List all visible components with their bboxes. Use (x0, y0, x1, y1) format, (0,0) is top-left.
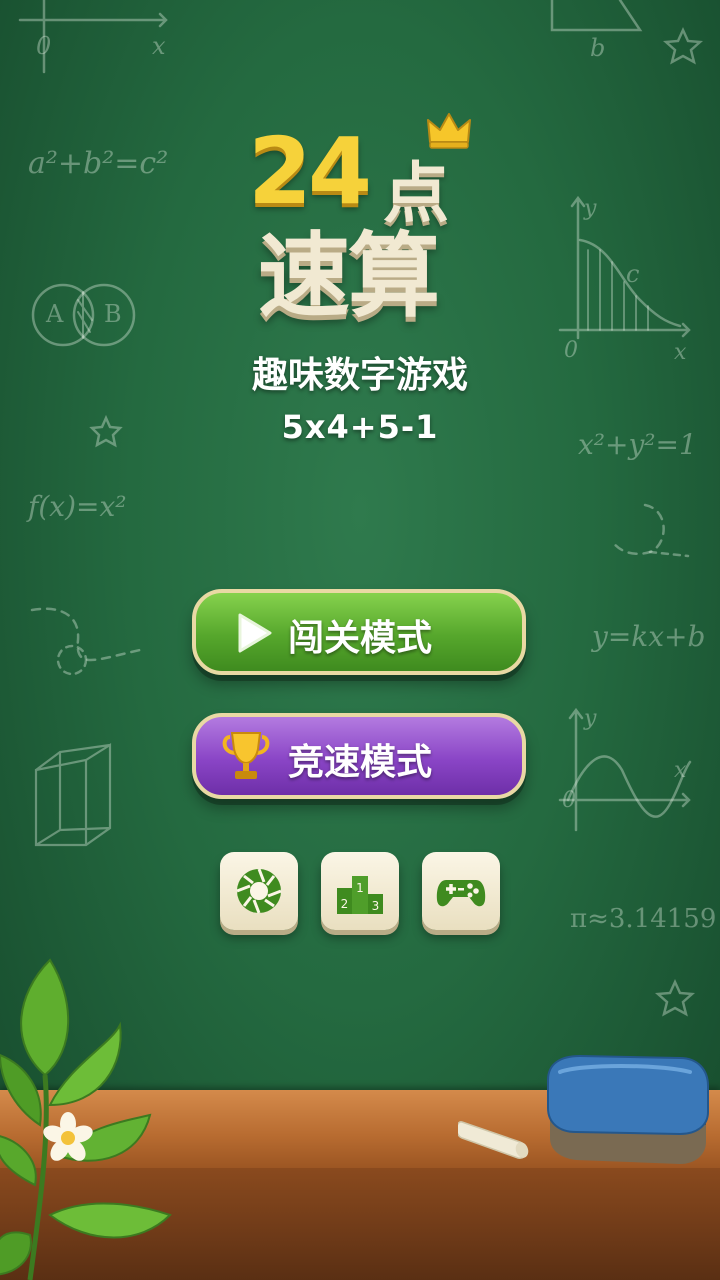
chalk-pi: π≈3.14159 (570, 904, 717, 934)
podium-icon: 2 1 3 (337, 876, 383, 914)
crown-icon (427, 113, 471, 149)
trophy-icon (222, 732, 270, 779)
plant-decoration-icon (0, 958, 172, 1280)
chalk-sine-y: y (584, 706, 597, 731)
chalk-sine-x: x (674, 758, 687, 783)
chalk-stick-icon (458, 1121, 529, 1159)
game-logo: 24 点 速算 (0, 0, 720, 330)
chalkboard-background: 0 x b a²+b²=c² A B f(x)=x² y c 0 x x²+y²… (0, 0, 720, 1280)
chalk-sine-origin: 0 (562, 788, 576, 813)
example-formula: 5x4+5-1 (281, 408, 439, 446)
eraser-icon (547, 1054, 709, 1164)
leaderboard-button[interactable]: 2 1 3 (321, 852, 399, 930)
logo-title: 速算 (258, 223, 440, 330)
level-mode-label: 闯关模式 (288, 618, 433, 659)
speed-mode-button[interactable]: 竞速模式 (192, 713, 526, 799)
play-icon (238, 613, 272, 653)
podium-rank-3: 3 (372, 899, 380, 913)
level-mode-button[interactable]: 闯关模式 (192, 589, 526, 675)
aperture-button[interactable] (220, 852, 298, 930)
podium-rank-2: 2 (341, 897, 349, 911)
chalk-line-equation: y=kx+b (592, 620, 706, 653)
speed-mode-label: 竞速模式 (288, 742, 433, 783)
gamepad-icon (436, 880, 486, 907)
game-subtitle: 趣味数字游戏 (251, 355, 468, 396)
podium-rank-1: 1 (356, 881, 364, 895)
chalk-function: f(x)=x² (28, 490, 127, 523)
game-center-button[interactable] (422, 852, 500, 930)
aperture-icon (236, 868, 282, 914)
